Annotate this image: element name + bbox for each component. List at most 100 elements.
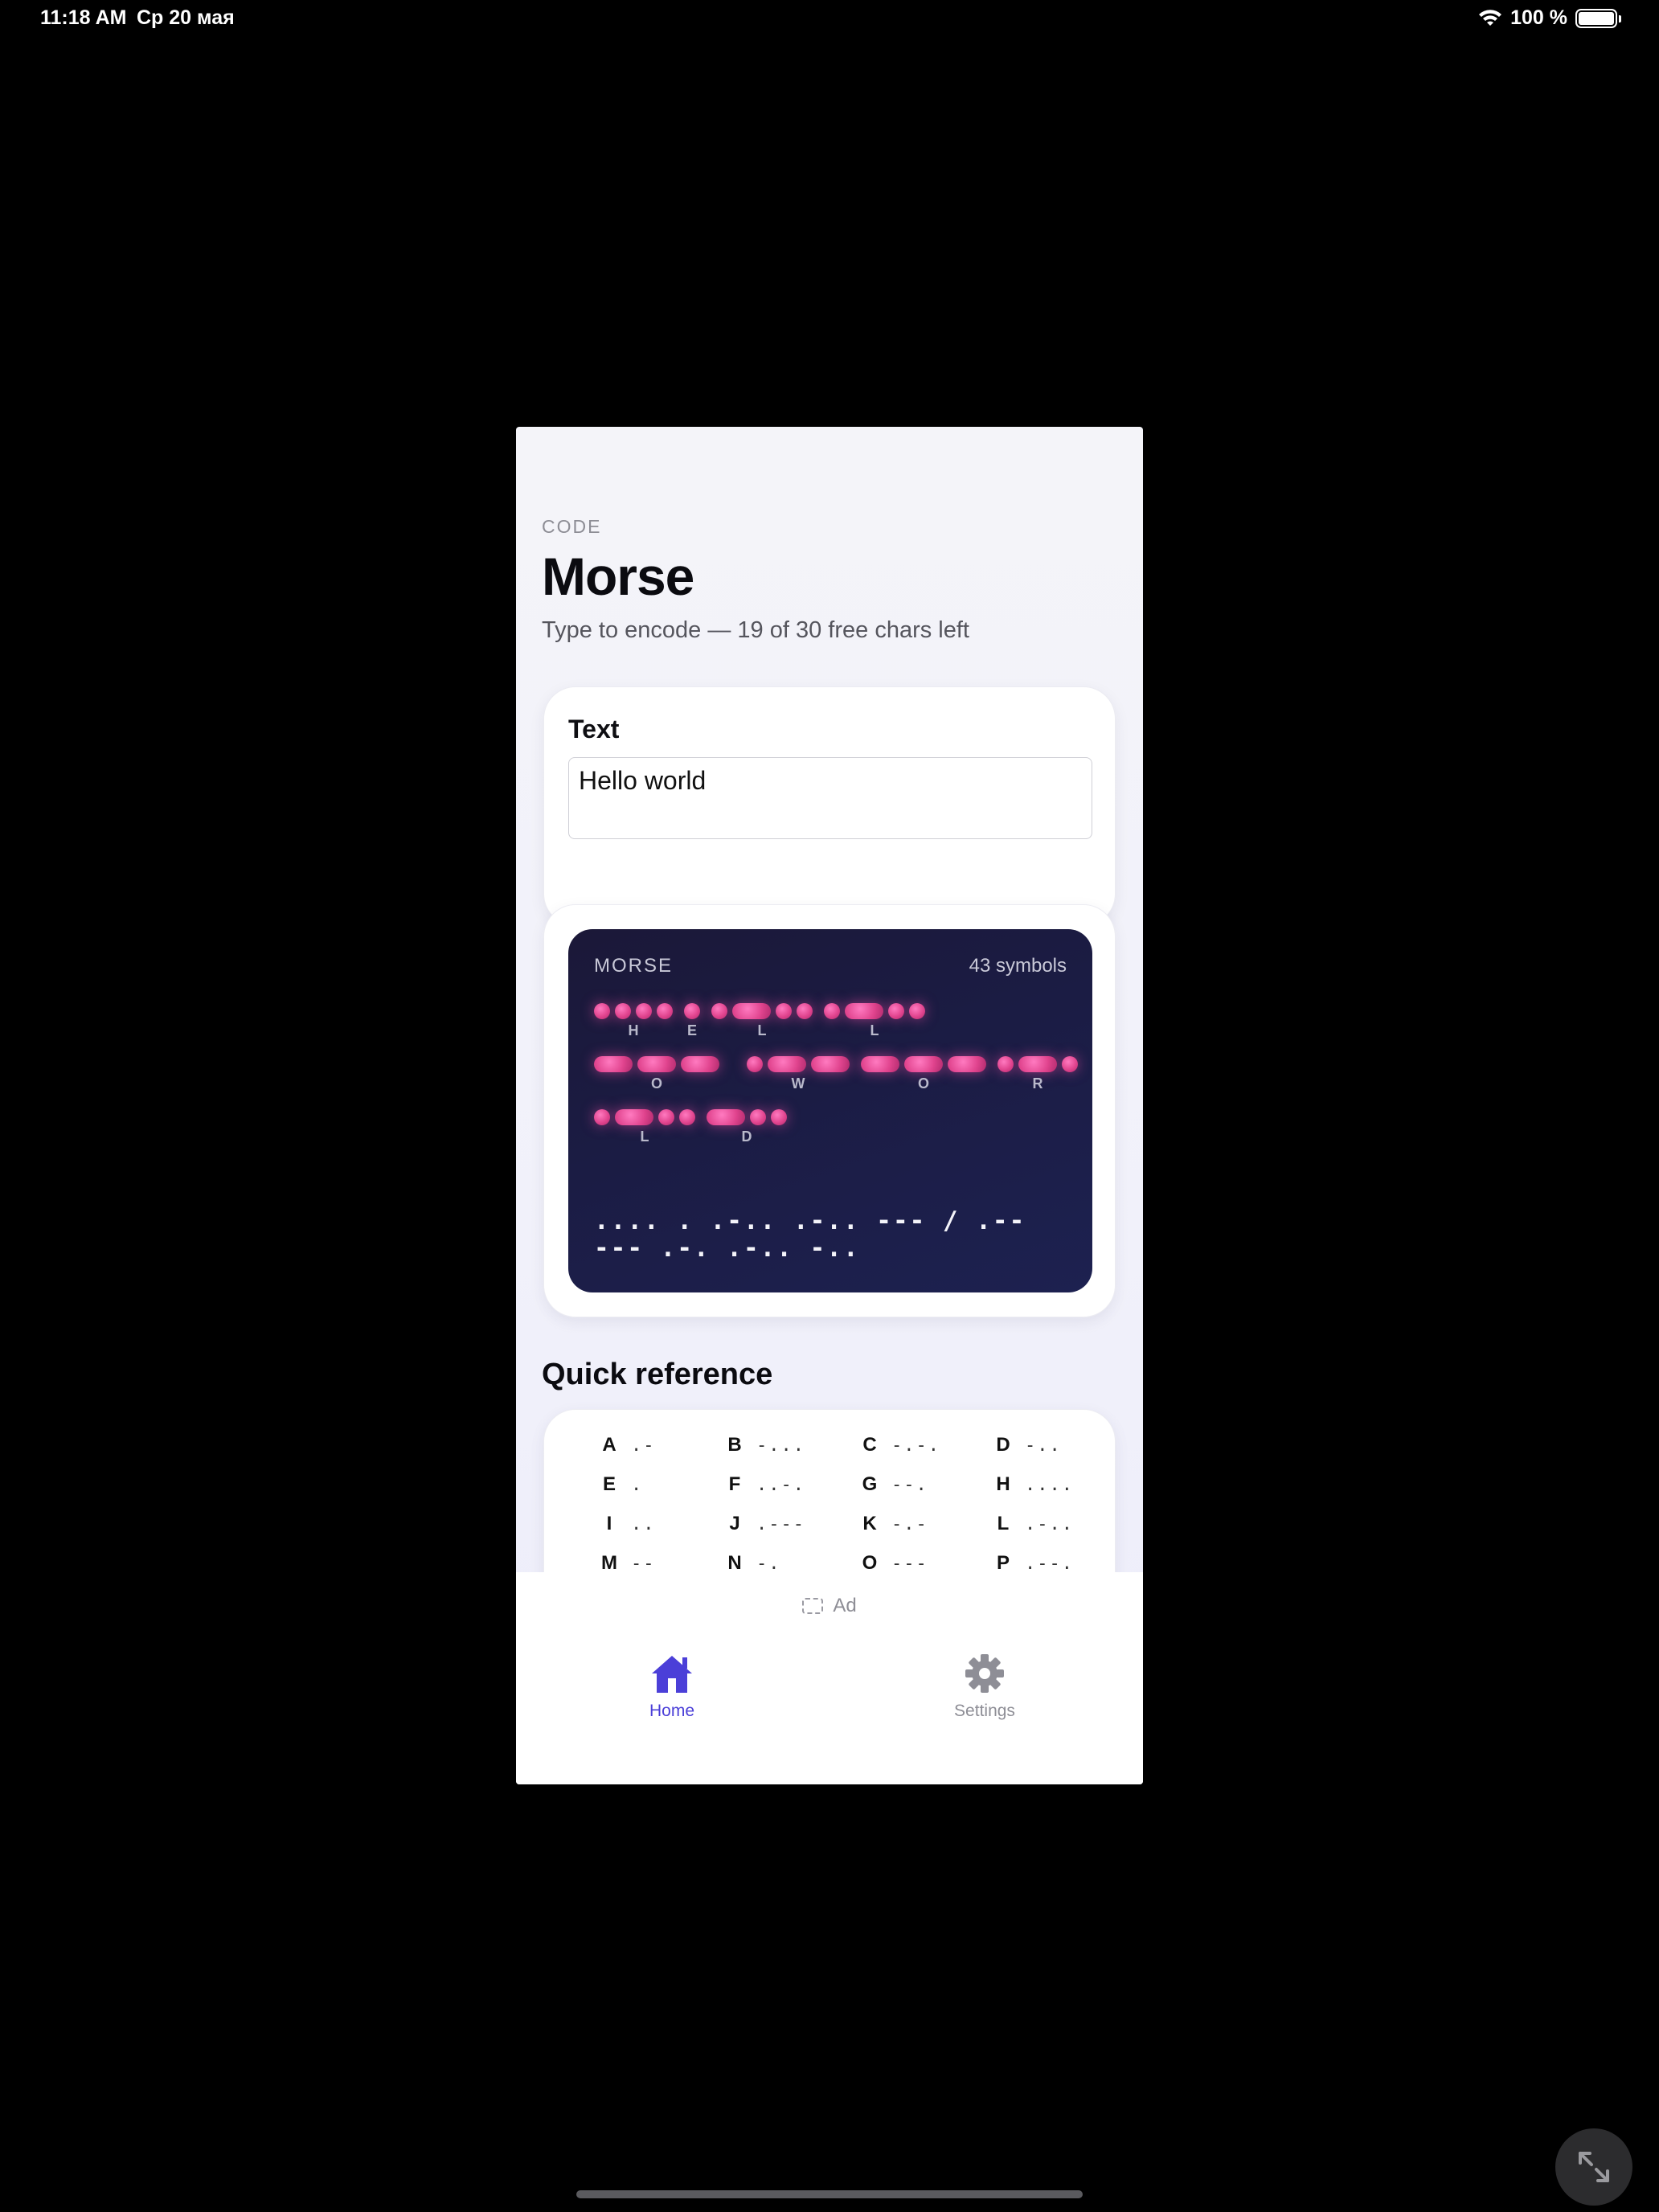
morse-dash <box>948 1056 986 1072</box>
morse-dot <box>824 1003 840 1019</box>
reference-code: .-.. <box>1025 1514 1074 1534</box>
status-indicators: 100 % <box>1478 6 1621 30</box>
reference-code: -.- <box>891 1514 928 1534</box>
reference-letter: H <box>996 1473 1010 1495</box>
wifi-icon <box>1479 9 1502 26</box>
reference-code: -... <box>756 1436 805 1456</box>
battery-icon <box>1575 8 1621 28</box>
morse-letter-label: H <box>628 1022 639 1038</box>
morse-dot <box>594 1109 610 1125</box>
reference-letter: G <box>862 1473 878 1495</box>
morse-dash <box>1018 1056 1057 1072</box>
reference-letter: C <box>862 1434 877 1456</box>
expand-button[interactable] <box>1555 2128 1632 2206</box>
reference-item-j: J .--- <box>726 1513 805 1535</box>
reference-code: .... <box>1025 1475 1074 1495</box>
reference-card: A .- B -... C -.-. D -.. E. F ..-. G --. H.... I.. J .--… <box>543 1409 1116 1572</box>
page-title: Morse <box>542 547 694 606</box>
reference-code: --- <box>891 1554 928 1572</box>
expand-icon <box>1579 2152 1609 2182</box>
page-eyebrow: CODE <box>542 516 602 537</box>
morse-letter-label: L <box>757 1022 767 1038</box>
morse-letter-label: L <box>870 1022 879 1038</box>
morse-dot <box>909 1003 925 1019</box>
text-label: Text <box>568 715 620 743</box>
text-card: Text <box>543 686 1116 926</box>
morse-dot <box>594 1003 610 1019</box>
ad-label: Ad <box>833 1595 857 1616</box>
morse-string[interactable]: .... . .-.. .-.. --- / .-- --- .-. .-.. … <box>594 1207 1076 1262</box>
home-scroll-view[interactable]: CODE Morse Type to encode — 19 of 30 fre… <box>516 427 1143 1572</box>
morse-dash <box>768 1056 806 1072</box>
reference-letter: A <box>602 1434 616 1456</box>
morse-dash <box>707 1109 745 1125</box>
reference-letter: N <box>727 1552 742 1572</box>
tab-home[interactable]: Home <box>592 1653 752 1721</box>
status-time: 11:18 AM <box>40 6 127 29</box>
reference-letter: E <box>602 1473 616 1495</box>
reference-letter: F <box>728 1473 741 1495</box>
morse-dash <box>732 1003 771 1019</box>
morse-dot <box>711 1003 727 1019</box>
morse-dot <box>615 1003 631 1019</box>
reference-item-e: E. <box>600 1473 643 1496</box>
morse-dot <box>657 1003 673 1019</box>
reference-letter: D <box>996 1434 1010 1456</box>
reference-title: Quick reference <box>542 1358 773 1391</box>
reference-item-c: C -.-. <box>861 1434 940 1456</box>
morse-dash <box>861 1056 899 1072</box>
morse-letter-label: R <box>1032 1075 1043 1092</box>
reference-code: -. <box>756 1554 781 1572</box>
morse-dot <box>797 1003 813 1019</box>
reference-letter: B <box>727 1434 742 1456</box>
reference-code: --. <box>891 1475 928 1495</box>
app-window: CODE Morse Type to encode — 19 of 30 fre… <box>516 427 1143 1784</box>
morse-dot <box>658 1109 674 1125</box>
morse-panel: MORSE 43 symbols H E L L O W O R L D .... . .-.. … <box>568 929 1092 1292</box>
morse-dot <box>771 1109 787 1125</box>
morse-dot <box>750 1109 766 1125</box>
reference-item-n: N -. <box>726 1552 781 1572</box>
tab-settings[interactable]: Settings <box>904 1653 1065 1721</box>
morse-dash <box>615 1109 653 1125</box>
page-subtitle: Type to encode — 19 of 30 free chars lef… <box>542 617 969 643</box>
home-indicator <box>576 2190 1083 2198</box>
morse-dot <box>636 1003 652 1019</box>
text-input[interactable] <box>568 757 1092 839</box>
gear-icon <box>965 1654 1004 1693</box>
reference-item-f: F ..-. <box>726 1473 805 1496</box>
reference-code: -- <box>631 1554 656 1572</box>
reference-code: .--- <box>756 1514 805 1534</box>
morse-dot <box>679 1109 695 1125</box>
morse-dot <box>888 1003 904 1019</box>
morse-dot <box>1062 1056 1078 1072</box>
morse-letter-label: L <box>640 1129 649 1145</box>
morse-dash <box>811 1056 850 1072</box>
reference-item-g: G --. <box>861 1473 928 1496</box>
reference-item-b: B -... <box>726 1434 805 1456</box>
reference-item-i: I.. <box>600 1513 656 1535</box>
morse-letter-label: W <box>791 1075 805 1092</box>
bottom-bar: Ad Home Settings <box>516 1572 1143 1784</box>
ad-banner[interactable]: Ad <box>516 1595 1143 1617</box>
morse-dot <box>997 1056 1014 1072</box>
tab-home-label: Home <box>649 1702 695 1720</box>
symbol-count: 43 symbols <box>969 955 1067 977</box>
reference-code: -.. <box>1025 1436 1062 1456</box>
morse-dot <box>684 1003 700 1019</box>
status-bar: 11:18 AM Ср 20 мая 100 % <box>0 0 1659 40</box>
battery-percent: 100 % <box>1510 6 1567 29</box>
reference-letter: K <box>862 1513 877 1534</box>
reference-code: -.-. <box>891 1436 940 1456</box>
morse-dash <box>904 1056 943 1072</box>
morse-letter-label: D <box>741 1129 752 1145</box>
morse-dash <box>845 1003 883 1019</box>
reference-item-o: O --- <box>861 1552 928 1572</box>
tab-settings-label: Settings <box>954 1702 1015 1720</box>
reference-code: .- <box>631 1436 656 1456</box>
reference-letter: M <box>601 1552 617 1572</box>
reference-item-m: M -- <box>600 1552 656 1572</box>
reference-letter: O <box>862 1552 878 1572</box>
morse-dash <box>637 1056 676 1072</box>
reference-code: ..-. <box>756 1475 805 1495</box>
